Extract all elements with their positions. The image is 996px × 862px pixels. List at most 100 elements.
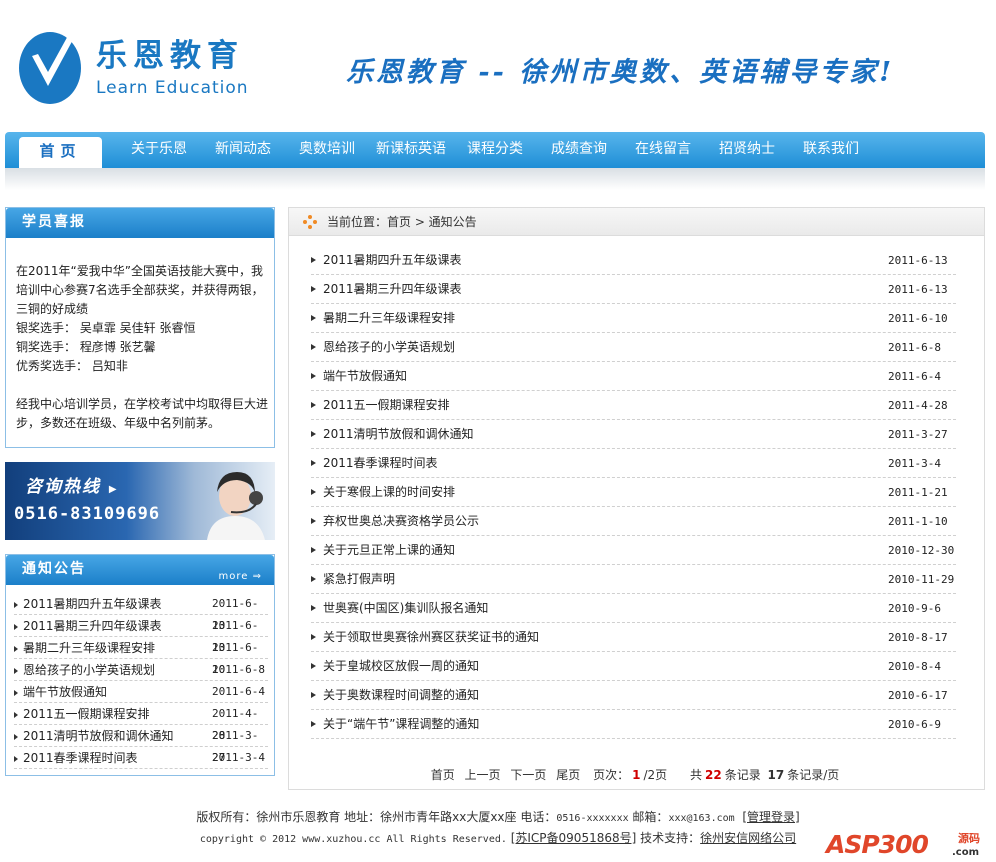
article-row[interactable]: 2011清明节放假和调休通知 2011-3-27 <box>311 420 956 449</box>
nav-item-scores[interactable]: 成绩查询 <box>551 132 607 168</box>
article-date: 2011-6-10 <box>888 312 948 325</box>
article-title-link[interactable]: 2011暑期三升四年级课表 <box>323 275 462 304</box>
watermark-logo: ASP300 <box>826 830 929 859</box>
bullet-icon <box>14 602 18 608</box>
notice-list-item[interactable]: 2011春季课程时间表 2011-3-4 <box>14 747 268 769</box>
arrow-right-icon: ▶ <box>108 484 119 495</box>
article-row[interactable]: 2011暑期三升四年级课表 2011-6-13 <box>311 275 956 304</box>
bullet-icon <box>14 690 18 696</box>
bullet-icon <box>311 663 316 669</box>
notice-list-item[interactable]: 2011暑期三升四年级课表 2011-6-13 <box>14 615 268 654</box>
bullet-icon <box>311 431 316 437</box>
article-title-link[interactable]: 紧急打假声明 <box>323 565 395 594</box>
bullet-icon <box>311 460 316 466</box>
article-title-link[interactable]: 关于皇城校区放假一周的通知 <box>323 652 479 681</box>
nav-item-news[interactable]: 新闻动态 <box>215 132 271 168</box>
article-row[interactable]: 2011春季课程时间表 2011-3-4 <box>311 449 956 478</box>
article-title-link[interactable]: 弃权世奥总决赛资格学员公示 <box>323 507 479 536</box>
notice-list-item[interactable]: 2011清明节放假和调休通知 2011-3-27 <box>14 725 268 764</box>
notice-list-item[interactable]: 恩给孩子的小学英语规划 2011-6-8 <box>14 659 268 681</box>
notice-list-item[interactable]: 2011五一假期课程安排 2011-4-28 <box>14 703 268 742</box>
notice-list-item[interactable]: 2011暑期四升五年级课表 2011-6-13 <box>14 593 268 632</box>
bullet-icon <box>311 315 316 321</box>
students-panel-body[interactable]: 在2011年“爱我中华”全国英语技能大赛中，我培训中心参赛7名选手全部获奖，并获… <box>16 262 272 430</box>
nav-item-message[interactable]: 在线留言 <box>635 132 691 168</box>
article-title-link[interactable]: 2011清明节放假和调休通知 <box>323 420 474 449</box>
article-title-link[interactable]: 端午节放假通知 <box>323 362 407 391</box>
article-date: 2010-6-9 <box>888 718 941 731</box>
logo-text-en: Learn Education <box>96 78 249 98</box>
article-row[interactable]: 世奥赛(中国区)集训队报名通知 2010-9-6 <box>311 594 956 623</box>
nav-item-contact[interactable]: 联系我们 <box>803 132 859 168</box>
article-title-link[interactable]: 2011春季课程时间表 <box>323 449 438 478</box>
notice-item-title: 暑期二升三年级课程安排 <box>23 641 156 655</box>
pager-last[interactable]: 尾页 <box>556 768 580 782</box>
bullet-icon <box>14 712 18 718</box>
logo-mark-icon <box>19 32 81 104</box>
article-title-link[interactable]: 恩给孩子的小学英语规划 <box>323 333 455 362</box>
article-row[interactable]: 关于奥数课程时间调整的通知 2010-6-17 <box>311 681 956 710</box>
article-date: 2011-6-13 <box>888 283 948 296</box>
bullet-icon <box>14 756 18 762</box>
article-date: 2011-1-21 <box>888 486 948 499</box>
notice-item-title: 2011暑期三升四年级课表 <box>23 619 162 633</box>
watermark-com: .com <box>952 847 980 858</box>
article-title-link[interactable]: 关于元旦正常上课的通知 <box>323 536 455 565</box>
article-row[interactable]: 弃权世奥总决赛资格学员公示 2011-1-10 <box>311 507 956 536</box>
nav-item-jobs[interactable]: 招贤纳士 <box>719 132 775 168</box>
notice-item-title: 2011五一假期课程安排 <box>23 707 150 721</box>
article-row[interactable]: 暑期二升三年级课程安排 2011-6-10 <box>311 304 956 333</box>
article-row[interactable]: 关于皇城校区放假一周的通知 2010-8-4 <box>311 652 956 681</box>
support-link[interactable]: 徐州安信网络公司 <box>700 831 796 845</box>
pager-prev[interactable]: 上一页 <box>465 768 501 782</box>
nav-item-english[interactable]: 新课标英语 <box>376 132 446 168</box>
article-date: 2011-4-28 <box>888 399 948 412</box>
bullet-icon <box>311 286 316 292</box>
article-title-link[interactable]: 2011暑期四升五年级课表 <box>323 246 462 275</box>
article-title-link[interactable]: 关于寒假上课的时间安排 <box>323 478 455 507</box>
students-text-5: 经我中心培训学员，在学校考试中均取得巨大进步，多数还在班级、年级中名列前茅。 <box>16 397 269 430</box>
pager-first[interactable]: 首页 <box>431 768 455 782</box>
bullet-icon <box>14 668 18 674</box>
bullet-icon <box>311 518 316 524</box>
article-row[interactable]: 关于元旦正常上课的通知 2010-12-30 <box>311 536 956 565</box>
notice-list-item[interactable]: 暑期二升三年级课程安排 2011-6-10 <box>14 637 268 676</box>
bullet-icon <box>311 344 316 350</box>
arrow-right-icon: ⇒ <box>252 571 262 582</box>
article-title-link[interactable]: 暑期二升三年级课程安排 <box>323 304 455 333</box>
notice-item-date: 2011-6-4 <box>212 685 265 698</box>
article-date: 2011-1-10 <box>888 515 948 528</box>
nav-item-courses[interactable]: 课程分类 <box>467 132 523 168</box>
logo-text-cn: 乐恩教育 <box>96 38 244 74</box>
pager-next[interactable]: 下一页 <box>510 768 546 782</box>
article-row[interactable]: 2011五一假期课程安排 2011-4-28 <box>311 391 956 420</box>
article-title-link[interactable]: 2011五一假期课程安排 <box>323 391 450 420</box>
pager-page-info: 页次： 1/2页 <box>593 768 668 782</box>
article-row[interactable]: 恩给孩子的小学英语规划 2011-6-8 <box>311 333 956 362</box>
bullet-icon <box>14 734 18 740</box>
article-row[interactable]: 端午节放假通知 2011-6-4 <box>311 362 956 391</box>
article-date: 2010-11-29 <box>888 573 955 586</box>
nav-item-math[interactable]: 奥数培训 <box>299 132 355 168</box>
article-date: 2010-6-17 <box>888 689 948 702</box>
article-title-link[interactable]: 关于领取世奥赛徐州赛区获奖证书的通知 <box>323 623 539 652</box>
icp-link[interactable]: [苏ICP备09051868号] <box>511 831 637 845</box>
article-row[interactable]: 2011暑期四升五年级课表 2011-6-13 <box>311 246 956 275</box>
notice-list-item[interactable]: 端午节放假通知 2011-6-4 <box>14 681 268 703</box>
notice-panel-title: 通知公告 more ⇒ <box>6 555 274 585</box>
article-row[interactable]: 紧急打假声明 2010-11-29 <box>311 565 956 594</box>
article-row[interactable]: 关于领取世奥赛徐州赛区获奖证书的通知 2010-8-17 <box>311 623 956 652</box>
article-row[interactable]: 关于寒假上课的时间安排 2011-1-21 <box>311 478 956 507</box>
hotline-banner[interactable]: 咨询热线 ▶ 0516-83109696 <box>5 462 275 540</box>
nav-item-about[interactable]: 关于乐恩 <box>131 132 187 168</box>
watermark-sub: 源码 <box>958 832 980 845</box>
article-date: 2010-9-6 <box>888 602 941 615</box>
nav-item-home[interactable]: 首页 <box>19 137 102 168</box>
article-date: 2011-3-27 <box>888 428 948 441</box>
more-link[interactable]: more ⇒ <box>219 563 262 591</box>
article-row[interactable]: 关于“端午节”课程调整的通知 2010-6-9 <box>311 710 956 739</box>
article-title-link[interactable]: 关于奥数课程时间调整的通知 <box>323 681 479 710</box>
article-title-link[interactable]: 世奥赛(中国区)集训队报名通知 <box>323 594 488 623</box>
article-title-link[interactable]: 关于“端午节”课程调整的通知 <box>323 710 479 739</box>
admin-login-link[interactable]: [管理登录] <box>742 810 799 824</box>
